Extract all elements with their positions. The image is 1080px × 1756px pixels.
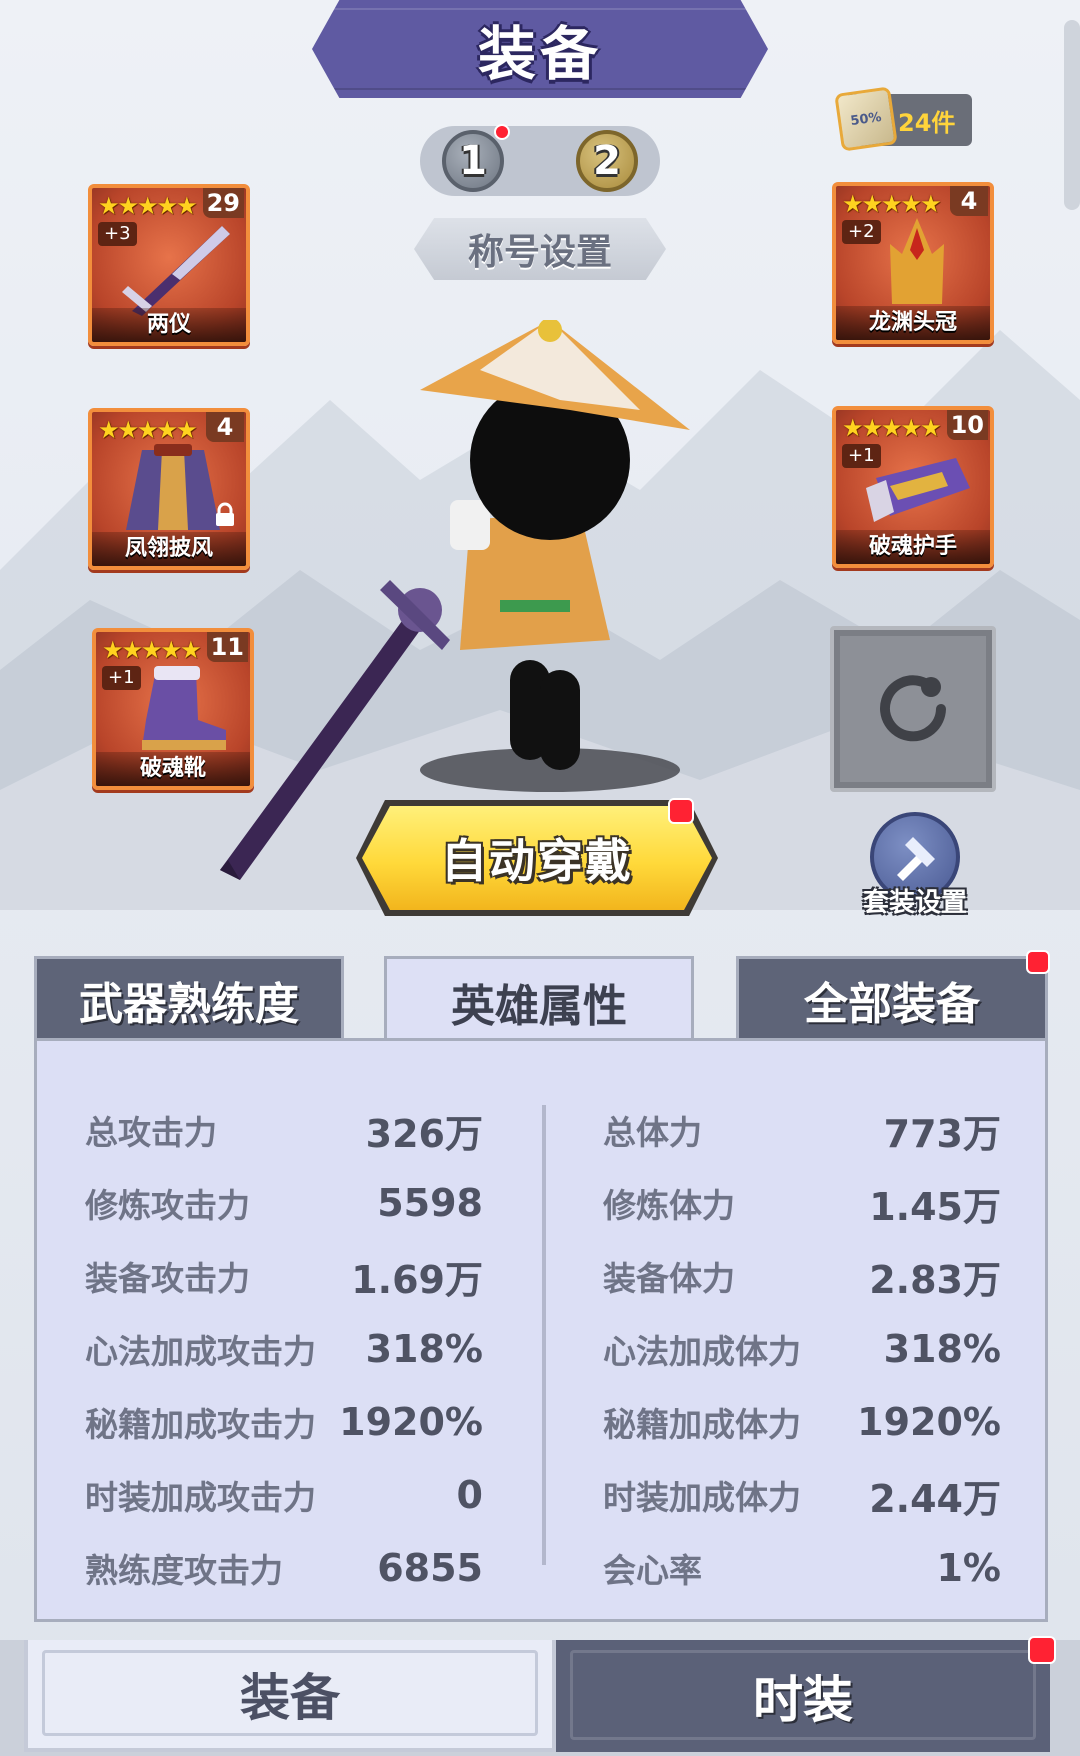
stat-value: 318% [365,1327,483,1371]
fashion-notification-dot [1028,1636,1056,1664]
ring-icon [880,675,946,742]
weapon-plus: +3 [98,222,137,246]
page-title: 装备 [477,20,602,88]
gloves-stars: ★★★★★ [842,414,942,442]
stat-value: 326万 [365,1111,483,1156]
stat-label: 修炼体力 [603,1186,735,1225]
stat-value: 1% [936,1546,1001,1590]
stat-value: 1.69万 [351,1257,483,1302]
stat-row: 装备体力 2.83万 [603,1251,1001,1302]
gloves-plus: +1 [842,444,881,468]
stat-label: 心法加成攻击力 [85,1332,316,1371]
helmet-stars: ★★★★★ [842,190,942,218]
equip-slot-gloves[interactable]: ★★★★★ 10 +1 破魂护手 [832,406,994,568]
scroll-item-counter[interactable]: 50% 24件 [834,86,972,152]
title-setting-label: 称号设置 [467,232,612,273]
bottom-tab-equipment[interactable]: 装备 [24,1640,556,1752]
cloak-stars: ★★★★★ [98,416,198,444]
stat-row: 秘籍加成体力 1920% [603,1397,1001,1447]
stat-value: 2.44万 [869,1476,1001,1521]
stats-divider [542,1105,546,1565]
page-1-button[interactable]: 1 [442,130,504,192]
page-2-label: 2 [593,138,621,184]
stat-row: 心法加成体力 318% [603,1324,1001,1374]
info-tabs: 武器熟练度 英雄属性 全部装备 [34,956,1048,1044]
auto-equip-button[interactable]: 自动穿戴 [362,806,712,910]
stat-value: 0 [456,1473,483,1517]
scroll-icon: 50% [834,86,898,152]
tab-weapon-mastery-label: 武器熟练度 [79,978,299,1030]
equip-slot-empty[interactable] [830,626,996,792]
stat-label: 时装加成攻击力 [85,1478,316,1517]
stat-label: 秘籍加成体力 [603,1405,801,1444]
hammer-icon [897,837,935,881]
stat-label: 时装加成体力 [603,1478,801,1517]
stat-row: 修炼体力 1.45万 [603,1178,1001,1229]
stat-value: 1920% [339,1400,483,1444]
equip-slot-helmet[interactable]: ★★★★★ 4 +2 龙渊头冠 [832,182,994,344]
auto-equip-notification-dot [668,798,694,824]
stat-row: 装备攻击力 1.69万 [85,1251,483,1302]
helmet-count: 4 [950,186,988,216]
tab-hero-attributes-label: 英雄属性 [451,980,627,1032]
page-2-button[interactable]: 2 [576,130,638,192]
set-setting-label: 套装设置 [862,888,967,918]
tab-all-equipment-label: 全部装备 [804,978,980,1030]
bottom-tab-frame [42,1650,538,1736]
stat-row: 心法加成攻击力 318% [85,1324,483,1374]
gloves-count: 10 [946,410,988,440]
stat-value: 2.83万 [869,1257,1001,1302]
weapon-count: 29 [202,188,244,218]
boots-stars: ★★★★★ [102,636,202,664]
stat-label: 总攻击力 [85,1113,217,1152]
stat-value: 1.45万 [869,1184,1001,1229]
stat-label: 心法加成体力 [603,1332,801,1371]
stat-row: 会心率 1% [603,1543,1001,1593]
stat-label: 装备攻击力 [85,1259,250,1298]
stat-label: 熟练度攻击力 [85,1551,283,1590]
helmet-plus: +2 [842,220,881,244]
scrollbar[interactable] [1064,20,1080,210]
title-banner: 装备 [312,0,768,98]
stat-value: 6855 [377,1546,483,1590]
scroll-count-label: 24件 [898,108,956,137]
stat-row: 总体力 773万 [603,1105,1001,1156]
weapon-stars: ★★★★★ [98,192,198,220]
tab-weapon-mastery[interactable]: 武器熟练度 [34,956,344,1040]
bottom-tab-frame [570,1650,1036,1740]
stat-label: 修炼攻击力 [85,1186,250,1225]
helmet-name: 龙渊头冠 [836,306,990,340]
stat-label: 总体力 [603,1113,702,1152]
gloves-name: 破魂护手 [836,530,990,564]
page-1-notification-dot [494,124,510,140]
stat-row: 修炼攻击力 5598 [85,1178,483,1228]
scroll-badge: 50% [849,109,883,129]
stat-row: 时装加成体力 2.44万 [603,1470,1001,1521]
boots-plus: +1 [102,666,141,690]
equipment-page-toggle: 1 2 [420,124,660,196]
stat-label: 秘籍加成攻击力 [85,1405,316,1444]
page-1-label: 1 [459,138,487,184]
stat-row: 时装加成攻击力 0 [85,1470,483,1520]
stat-value: 318% [883,1327,1001,1371]
auto-equip-label: 自动穿戴 [441,834,633,888]
hero-stats-panel: 总攻击力 326万 修炼攻击力 5598 装备攻击力 1.69万 心法加成攻击力… [34,1038,1048,1622]
stat-row: 总攻击力 326万 [85,1105,483,1156]
stat-value: 5598 [377,1181,483,1225]
stat-value: 773万 [883,1111,1001,1156]
tab-hero-attributes[interactable]: 英雄属性 [384,956,694,1044]
stat-row: 秘籍加成攻击力 1920% [85,1397,483,1447]
stat-value: 1920% [857,1400,1001,1444]
title-setting-button[interactable]: 称号设置 [414,218,666,280]
stat-row: 熟练度攻击力 6855 [85,1543,483,1593]
bottom-tab-fashion[interactable]: 时装 [556,1640,1050,1752]
stat-label: 装备体力 [603,1259,735,1298]
tab-all-equipment[interactable]: 全部装备 [736,956,1048,1040]
all-equipment-notification-dot [1026,950,1050,974]
stat-label: 会心率 [603,1551,702,1590]
set-setting-button[interactable]: 套装设置 [850,812,980,922]
